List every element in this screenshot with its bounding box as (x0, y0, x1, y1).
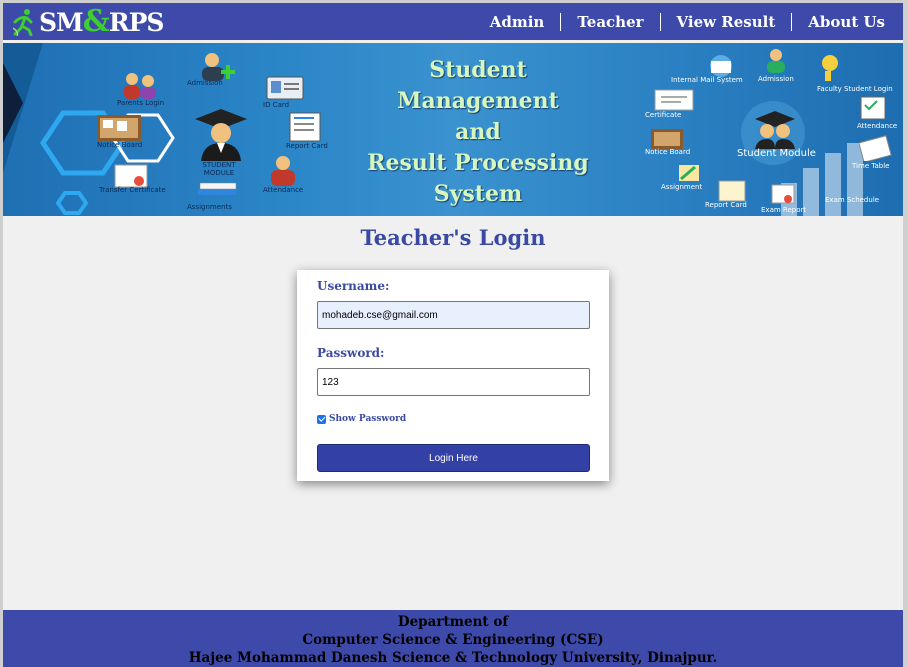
footer-line-university: Hajee Mohammad Danesh Science & Technolo… (188, 650, 718, 666)
logo-part2: RPS (108, 7, 165, 37)
footer-line-cse: Computer Science & Engineering (CSE) (302, 632, 604, 648)
banner-label-report-card-right: Report Card (705, 201, 747, 209)
banner-title-line-5: System (433, 181, 523, 207)
nav-link-admin[interactable]: Admin (474, 13, 561, 31)
banner-label-attendance-left: Attendance (263, 186, 304, 194)
banner-label-exam-schedule: Exam Schedule (825, 196, 880, 204)
banner-title-line-1: Student (429, 57, 527, 83)
banner-label-internal-mail: Internal Mail System (671, 76, 743, 84)
exam-report-icon (771, 184, 795, 204)
show-password-label: Show Password (329, 414, 407, 424)
footer-line-department: Department of (397, 614, 509, 630)
hero-banner: Parents Login Admission ID Card Notice B… (3, 43, 903, 216)
password-input[interactable] (317, 368, 590, 396)
username-label: Username: (317, 279, 390, 293)
banner-label-time-table: Time Table (852, 162, 890, 170)
banner-label-transfer-certificate: Transfer Certificate (99, 186, 166, 194)
parents-login-icon (124, 73, 156, 99)
banner-label-attendance-right: Attendance (857, 122, 898, 130)
assignment-right-icon (679, 165, 699, 181)
nav-link-about-us[interactable]: About Us (791, 12, 901, 31)
banner-label-student-module-right: Student Module (737, 148, 816, 159)
banner-label-notice-board-left: Notice Board (97, 141, 143, 149)
notice-board-icon (97, 115, 141, 141)
banner-label-parents-login: Parents Login (117, 99, 165, 107)
username-input[interactable] (317, 301, 590, 329)
banner-label-report-card-left: Report Card (286, 142, 328, 150)
banner-title-line-2: Management (397, 88, 559, 114)
login-card: Username: Password: Show Password Login … (297, 270, 609, 481)
certificate-icon (654, 89, 694, 111)
login-button[interactable]: Login Here (317, 444, 590, 472)
runner-logo-icon (13, 9, 33, 36)
banner-label-id-card: ID Card (263, 101, 290, 109)
page-title: Teacher's Login (360, 225, 546, 250)
logo-part1: SM (39, 7, 84, 37)
footer: Department of Computer Science & Enginee… (3, 610, 903, 667)
attendance-icon (271, 156, 295, 186)
banner-label-student-module-left: STUDENT MODULE (202, 161, 236, 177)
nav-links: Admin Teacher View Result About Us (474, 3, 901, 40)
assignments-icon (198, 182, 237, 195)
banner-label-certificate: Certificate (645, 111, 682, 119)
show-password-checkbox[interactable] (317, 414, 326, 424)
logo-amp: & (82, 3, 110, 39)
show-password-toggle[interactable]: Show Password (317, 414, 406, 424)
id-card-icon (266, 76, 304, 100)
banner-title: Student Management and Result Processing… (353, 55, 603, 210)
logo-text: SM&RPS (39, 3, 165, 39)
banner-label-exam-report: Exam Report (761, 206, 807, 214)
graduate-icon (195, 109, 247, 161)
report-card-icon (289, 112, 321, 142)
password-label: Password: (317, 346, 385, 360)
banner-label-assignment-right: Assignment (661, 183, 703, 191)
student-module-icon (755, 111, 795, 149)
banner-label-admission-right: Admission (758, 75, 794, 83)
nav-link-teacher[interactable]: Teacher (560, 12, 659, 31)
report-card-right-icon (718, 180, 746, 202)
banner-title-line-3: and (455, 119, 501, 145)
banner-label-notice-board-right: Notice Board (645, 148, 691, 156)
top-navbar: SM&RPS Admin Teacher View Result About U… (3, 3, 903, 40)
time-table-icon (859, 135, 892, 161)
admission-right-icon (767, 49, 785, 73)
page-frame: SM&RPS Admin Teacher View Result About U… (3, 3, 903, 667)
nav-link-view-result[interactable]: View Result (659, 12, 792, 31)
banner-title-line-4: Result Processing (367, 150, 589, 176)
banner-label-faculty-login: Faculty Student Login (817, 85, 893, 93)
attendance-right-icon (860, 96, 886, 120)
banner-label-admission-left: Admission (187, 79, 223, 87)
site-logo[interactable]: SM&RPS (13, 3, 165, 39)
banner-label-assignments: Assignments (187, 203, 232, 211)
faculty-login-icon (822, 55, 838, 81)
